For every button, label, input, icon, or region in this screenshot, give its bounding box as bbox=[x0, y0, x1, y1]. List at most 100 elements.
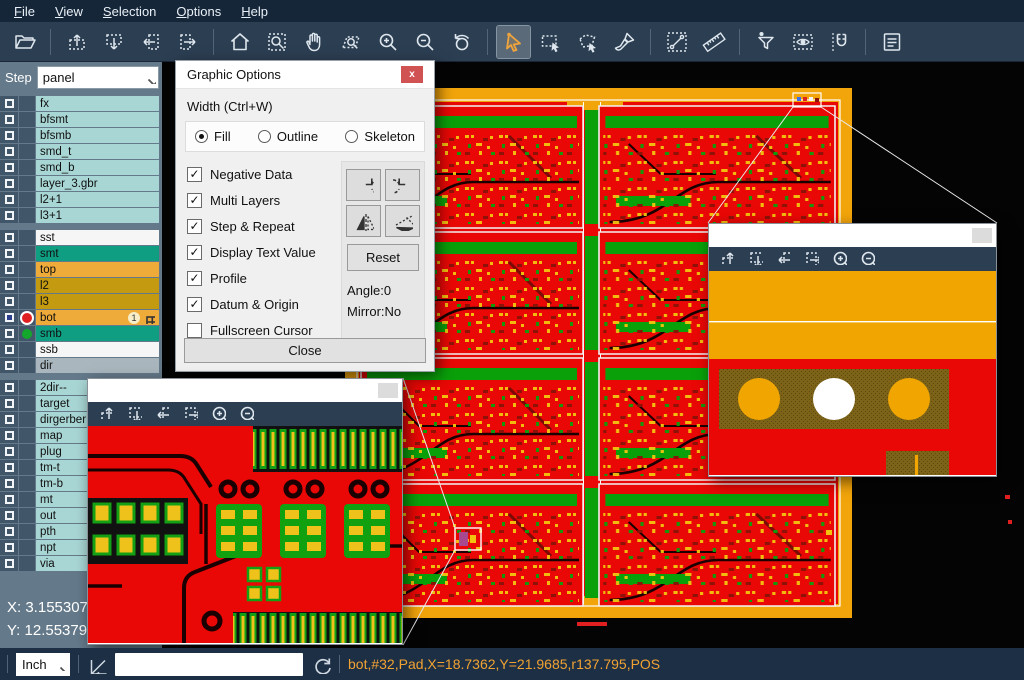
layer-visibility-cell[interactable] bbox=[0, 112, 18, 127]
pan-up-button[interactable] bbox=[718, 248, 735, 270]
layer-visibility-cell[interactable] bbox=[0, 476, 18, 491]
pan-right-button[interactable] bbox=[171, 26, 204, 58]
layer-active-indicator[interactable] bbox=[19, 246, 35, 261]
radio-circle[interactable] bbox=[345, 130, 358, 143]
layer-name[interactable]: bfsmt bbox=[36, 112, 159, 127]
dialog-titlebar[interactable]: Graphic Options x bbox=[176, 61, 434, 89]
select-poly-button[interactable] bbox=[571, 26, 604, 58]
layer-active-indicator[interactable] bbox=[19, 492, 35, 507]
layer-active-indicator[interactable] bbox=[19, 128, 35, 143]
layer-row-l3[interactable]: l3 bbox=[0, 294, 162, 309]
layer-name[interactable]: dir bbox=[36, 358, 159, 373]
layer-active-indicator[interactable] bbox=[19, 230, 35, 245]
zoom-window-titlebar[interactable] bbox=[709, 224, 996, 247]
pan-right-button[interactable] bbox=[181, 403, 198, 425]
rotate-cw-button[interactable] bbox=[346, 169, 381, 201]
layer-active-indicator[interactable] bbox=[19, 278, 35, 293]
mirror-vertical-button[interactable] bbox=[346, 205, 381, 237]
ruler-button[interactable] bbox=[697, 26, 730, 58]
layer-row-dir[interactable]: dir bbox=[0, 358, 162, 373]
layer-active-indicator[interactable] bbox=[19, 294, 35, 309]
pan-left-button[interactable] bbox=[134, 26, 167, 58]
layer-visibility-cell[interactable] bbox=[0, 492, 18, 507]
layer-row-smb[interactable]: smb bbox=[0, 326, 162, 341]
layer-visibility-cell[interactable] bbox=[0, 380, 18, 395]
layer-active-indicator[interactable] bbox=[19, 342, 35, 357]
pan-up-button[interactable] bbox=[97, 403, 114, 425]
layer-row-l2+1[interactable]: l2+1 bbox=[0, 192, 162, 207]
layer-visibility-checkbox[interactable] bbox=[5, 163, 14, 172]
layer-visibility-cell[interactable] bbox=[0, 460, 18, 475]
layer-name[interactable]: l2 bbox=[36, 278, 159, 293]
form-button[interactable] bbox=[875, 26, 908, 58]
menu-view[interactable]: View bbox=[45, 2, 93, 21]
unit-select[interactable]: Inch bbox=[16, 653, 70, 676]
checkbox-datum-origin[interactable]: ✓ bbox=[187, 297, 202, 312]
layer-active-indicator[interactable] bbox=[19, 144, 35, 159]
layer-active-indicator[interactable] bbox=[19, 428, 35, 443]
layer-active-indicator[interactable] bbox=[19, 176, 35, 191]
menu-file[interactable]: File bbox=[4, 2, 45, 21]
layer-visibility-cell[interactable] bbox=[0, 540, 18, 555]
layer-visibility-cell[interactable] bbox=[0, 160, 18, 175]
layer-visibility-checkbox[interactable] bbox=[5, 265, 14, 274]
zoom-in-button[interactable] bbox=[209, 403, 226, 425]
pan-down-button[interactable] bbox=[746, 248, 763, 270]
layer-visibility-checkbox[interactable] bbox=[5, 415, 14, 424]
layer-row-smd_t[interactable]: smd_t bbox=[0, 144, 162, 159]
layer-visibility-cell[interactable] bbox=[0, 428, 18, 443]
layer-row-layer_3.gbr[interactable]: layer_3.gbr bbox=[0, 176, 162, 191]
pan-down-button[interactable] bbox=[97, 26, 130, 58]
layer-name[interactable]: l3 bbox=[36, 294, 159, 309]
layer-visibility-cell[interactable] bbox=[0, 192, 18, 207]
layer-visibility-cell[interactable] bbox=[0, 246, 18, 261]
layer-visibility-cell[interactable] bbox=[0, 208, 18, 223]
layer-active-indicator[interactable] bbox=[19, 358, 35, 373]
zoom-window-view[interactable] bbox=[88, 426, 402, 643]
radio-fill[interactable]: Fill bbox=[195, 129, 231, 144]
reset-button[interactable]: Reset bbox=[347, 244, 419, 271]
option-datum-origin[interactable]: ✓Datum & Origin bbox=[187, 291, 336, 317]
layer-active-indicator[interactable] bbox=[19, 396, 35, 411]
layer-visibility-checkbox[interactable] bbox=[5, 195, 14, 204]
layer-active-indicator[interactable] bbox=[19, 310, 35, 325]
layer-visibility-cell[interactable] bbox=[0, 396, 18, 411]
magnet-button[interactable] bbox=[823, 26, 856, 58]
layer-name[interactable]: l3+1 bbox=[36, 208, 159, 223]
layer-visibility-cell[interactable] bbox=[0, 278, 18, 293]
layer-visibility-checkbox[interactable] bbox=[5, 297, 14, 306]
menu-help[interactable]: Help bbox=[231, 2, 278, 21]
layer-active-indicator[interactable] bbox=[19, 262, 35, 277]
radio-outline[interactable]: Outline bbox=[258, 129, 318, 144]
layer-row-l3+1[interactable]: l3+1 bbox=[0, 208, 162, 223]
layer-visibility-checkbox[interactable] bbox=[5, 313, 14, 322]
home-button[interactable] bbox=[223, 26, 256, 58]
layer-visibility-cell[interactable] bbox=[0, 412, 18, 427]
option-profile[interactable]: ✓Profile bbox=[187, 265, 336, 291]
layer-row-bfsmb[interactable]: bfsmb bbox=[0, 128, 162, 143]
measure-button[interactable] bbox=[660, 26, 693, 58]
layer-active-indicator[interactable] bbox=[19, 326, 35, 341]
layer-visibility-checkbox[interactable] bbox=[5, 115, 14, 124]
layer-name[interactable]: smd_b bbox=[36, 160, 159, 175]
layer-active-indicator[interactable] bbox=[19, 380, 35, 395]
radio-circle[interactable] bbox=[258, 130, 271, 143]
layer-visibility-cell[interactable] bbox=[0, 358, 18, 373]
layer-visibility-checkbox[interactable] bbox=[5, 495, 14, 504]
layer-visibility-checkbox[interactable] bbox=[5, 233, 14, 242]
layer-active-indicator[interactable] bbox=[19, 508, 35, 523]
layer-visibility-cell[interactable] bbox=[0, 444, 18, 459]
layer-name[interactable]: sst bbox=[36, 230, 159, 245]
layer-name[interactable]: bfsmb bbox=[36, 128, 159, 143]
zoom-window-view[interactable] bbox=[709, 271, 996, 475]
layer-visibility-cell[interactable] bbox=[0, 144, 18, 159]
select-arrow-button[interactable] bbox=[497, 26, 530, 58]
option-multi-layers[interactable]: ✓Multi Layers bbox=[187, 187, 336, 213]
layer-visibility-cell[interactable] bbox=[0, 326, 18, 341]
layer-name[interactable]: bot1 bbox=[36, 310, 159, 325]
layer-visibility-checkbox[interactable] bbox=[5, 399, 14, 408]
refresh-icon[interactable] bbox=[311, 654, 331, 674]
layer-active-indicator[interactable] bbox=[19, 112, 35, 127]
layer-visibility-cell[interactable] bbox=[0, 508, 18, 523]
zoom-prev-button[interactable] bbox=[445, 26, 478, 58]
